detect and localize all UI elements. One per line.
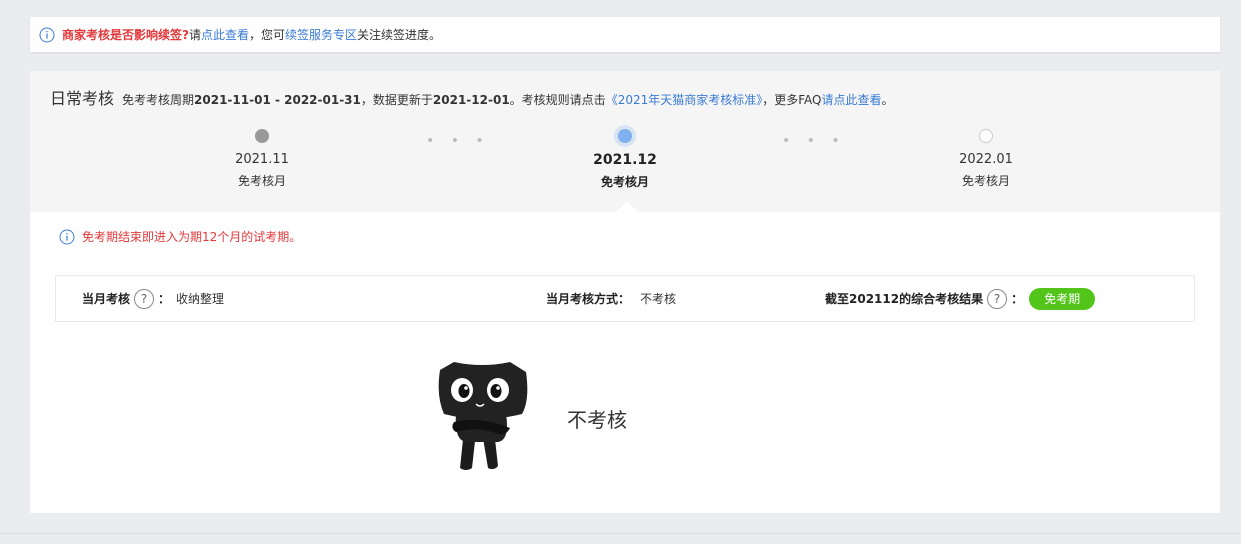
view-link[interactable]: 点此查看: [201, 26, 249, 43]
rules-link[interactable]: 《2021年天猫商家考核标准》: [606, 93, 763, 107]
panel-header: 日常考核 免考考核周期2021-11-01 - 2022-01-31，数据更新于…: [30, 71, 1220, 212]
notice-text: 关注续签进度。: [357, 28, 442, 42]
alert-text: 免考期结束即进入为期12个月的试考期。: [82, 230, 302, 244]
overall-result-field: 截至202112的综合考核结果 ? ： 免考期: [825, 276, 1096, 321]
assessment-method-label: 当月考核方式：: [546, 292, 631, 306]
step-month: 2021.12: [593, 152, 657, 168]
assessment-info-card: 当月考核 ? ： 收纳整理 当月考核方式： 不考核 截至202112的综合考核结…: [55, 275, 1195, 322]
timeline-step-2022-01[interactable]: 2022.01 免考核月: [926, 129, 1046, 189]
step-dot: [618, 129, 632, 143]
timeline-step-2021-11[interactable]: 2021.11 免考核月: [202, 129, 322, 189]
overall-result-label: 截至202112的综合考核结果: [825, 292, 984, 306]
title-desc: 免考考核周期2021-11-01 - 2022-01-31，数据更新于2021-…: [122, 91, 894, 108]
faq-link[interactable]: 请点此查看: [821, 93, 881, 107]
monthly-assessment-label: 当月考核: [82, 292, 131, 306]
divider: [0, 533, 1241, 534]
colon: ：: [1011, 292, 1024, 306]
desc-text: 免考考核周期: [122, 93, 195, 107]
active-step-pointer: [616, 201, 638, 212]
tmall-cat-mascot: [438, 362, 528, 470]
desc-text: ，更多FAQ: [762, 93, 822, 107]
assessment-method-field: 当月考核方式： 不考核: [546, 276, 676, 321]
renewal-zone-link[interactable]: 续签服务专区: [285, 26, 357, 43]
step-label: 免考核月: [600, 175, 649, 189]
update-date: 2021-12-01: [432, 93, 510, 107]
notice-text: 请: [188, 28, 201, 42]
status-badge: 免考期: [1029, 287, 1096, 310]
timeline-ellipsis: • • •: [426, 133, 490, 149]
daily-assessment-panel: 日常考核 免考考核周期2021-11-01 - 2022-01-31，数据更新于…: [30, 71, 1220, 513]
timeline-step-2021-12[interactable]: 2021.12 免考核月: [565, 129, 685, 190]
monthly-assessment-value: 收纳整理: [176, 292, 225, 306]
step-label: 免考核月: [237, 174, 286, 188]
info-icon: [59, 229, 75, 244]
step-month: 2022.01: [959, 152, 1013, 167]
step-label: 免考核月: [961, 174, 1010, 188]
monthly-assessment-field: 当月考核 ? ： 收纳整理: [82, 276, 224, 321]
notice-bar: 商家考核是否影响续签? 请 点此查看 ，您可 续签服务专区 关注续签进度。: [30, 17, 1220, 52]
step-month: 2021.11: [235, 152, 289, 167]
colon: ：: [158, 292, 171, 306]
help-icon[interactable]: ?: [987, 288, 1008, 309]
desc-text: ，数据更新于: [360, 93, 433, 107]
desc-text: 。考核规则请点击: [509, 93, 606, 107]
desc-text: 。: [881, 93, 894, 107]
timeline-ellipsis: • • •: [782, 133, 846, 149]
step-dot: [979, 129, 993, 143]
notice-text: ，您可: [249, 28, 286, 42]
notice-question: 商家考核是否影响续签?: [62, 28, 189, 42]
info-icon: [39, 27, 55, 42]
step-dot: [255, 129, 269, 143]
empty-state-text: 不考核: [567, 408, 627, 432]
trial-period-alert: 免考期结束即进入为期12个月的试考期。: [59, 228, 301, 245]
month-timeline: 2021.11 免考核月 • • • 2021.12 免考核月 • • • 20…: [30, 129, 1220, 199]
page-title: 日常考核: [50, 89, 115, 108]
assessment-method-value: 不考核: [640, 292, 677, 306]
assessment-period: 2021-11-01 - 2022-01-31: [194, 93, 361, 107]
help-icon[interactable]: ?: [134, 288, 155, 309]
title-row: 日常考核 免考考核周期2021-11-01 - 2022-01-31，数据更新于…: [50, 85, 894, 108]
